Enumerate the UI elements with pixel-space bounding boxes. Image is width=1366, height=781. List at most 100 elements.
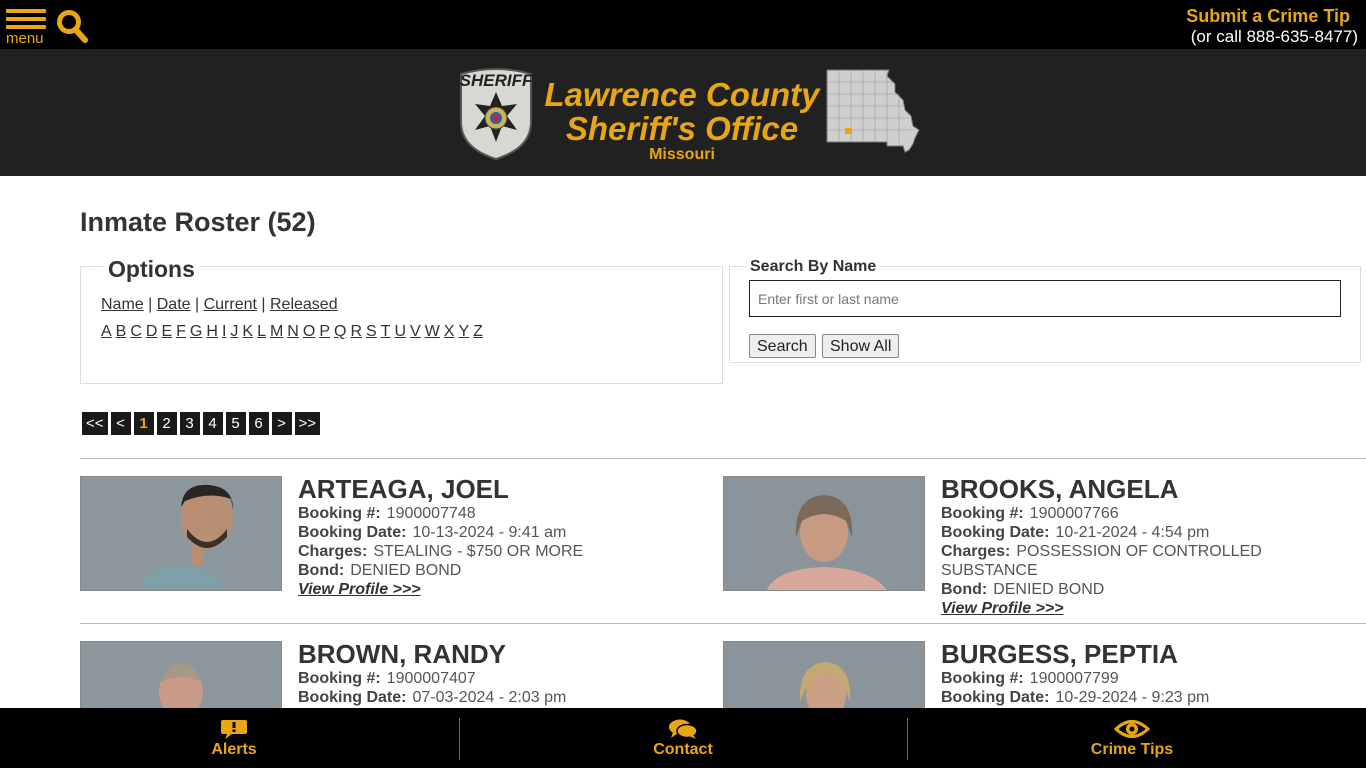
alerts-button[interactable]: Alerts <box>134 708 334 768</box>
booking-date-row: Booking Date: 10-21-2024 - 4:54 pm <box>941 524 1210 541</box>
page-2-button[interactable]: 2 <box>156 412 177 435</box>
menu-button[interactable]: menu <box>6 9 48 47</box>
alert-icon <box>221 720 247 739</box>
hamburger-icon <box>6 9 46 13</box>
letter-filter-j[interactable]: J <box>230 323 238 340</box>
crime-tips-button[interactable]: Crime Tips <box>1032 708 1232 768</box>
contact-label: Contact <box>653 741 713 758</box>
letter-filter-a[interactable]: A <box>101 323 112 340</box>
letter-filter-i[interactable]: I <box>222 323 226 340</box>
letter-filter-c[interactable]: C <box>130 323 142 340</box>
letter-filter-m[interactable]: M <box>270 323 283 340</box>
letter-filter-n[interactable]: N <box>287 323 299 340</box>
view-profile-link[interactable]: View Profile >>> <box>941 599 1343 618</box>
charges-row: Charges: POSSESSION OF CONTROLLED SUBSTAN… <box>941 543 1262 579</box>
page-4-button[interactable]: 4 <box>202 412 223 435</box>
options-panel: Options Name | Date | Current | Released… <box>80 256 723 384</box>
letter-filter-p[interactable]: P <box>319 323 330 340</box>
booking-date-row: Booking Date: 10-13-2024 - 9:41 am <box>298 524 567 541</box>
booking-date-row: Booking Date: 10-29-2024 - 9:23 pm <box>941 689 1210 706</box>
alphabet-filter: ABCDEFGHIJKLMNOPQRSTUVWXYZ <box>101 323 487 341</box>
letter-filter-f[interactable]: F <box>176 323 186 340</box>
first-page-button[interactable]: << <box>82 412 108 435</box>
booking-number-row: Booking #: 1900007766 <box>941 505 1119 522</box>
prev-page-button[interactable]: < <box>110 412 131 435</box>
letter-filter-u[interactable]: U <box>394 323 406 340</box>
inmate-mugshot[interactable] <box>723 476 925 591</box>
letter-filter-v[interactable]: V <box>410 323 421 340</box>
letter-filter-t[interactable]: T <box>381 323 391 340</box>
inmate-card: BROOKS, ANGELA Booking #: 1900007766 Book… <box>723 474 1343 618</box>
sort-by-name-link[interactable]: Name <box>101 296 144 313</box>
top-bar: menu Submit a Crime Tip (or call 888-635… <box>0 0 1366 49</box>
menu-label: menu <box>6 30 44 47</box>
letter-filter-g[interactable]: G <box>190 323 202 340</box>
inmate-mugshot[interactable] <box>80 476 282 591</box>
sort-links: Name | Date | Current | Released <box>101 296 338 313</box>
crime-tip-link[interactable]: Submit a Crime Tip (or call 888-635-8477… <box>1186 6 1358 48</box>
letter-filter-r[interactable]: R <box>350 323 362 340</box>
hamburger-bar <box>6 17 46 21</box>
show-all-button[interactable]: Show All <box>822 334 900 358</box>
filter-released-link[interactable]: Released <box>270 296 338 313</box>
nav-separator <box>907 718 908 760</box>
next-page-button[interactable]: > <box>271 412 292 435</box>
letter-filter-d[interactable]: D <box>146 323 158 340</box>
last-page-button[interactable]: >> <box>294 412 321 435</box>
search-button-submit[interactable]: Search <box>749 334 816 358</box>
hamburger-bar <box>6 25 46 29</box>
options-legend: Options <box>103 256 200 283</box>
letter-filter-x[interactable]: X <box>444 323 455 340</box>
letter-filter-s[interactable]: S <box>366 323 377 340</box>
inmate-card: ARTEAGA, JOEL Booking #: 1900007748 Booki… <box>80 474 700 616</box>
page-3-button[interactable]: 3 <box>179 412 200 435</box>
bottom-nav: Alerts Contact Crime Tips <box>0 708 1366 768</box>
letter-filter-l[interactable]: L <box>257 323 266 340</box>
site-title[interactable]: Lawrence County Sheriff's Office Missour… <box>543 78 821 164</box>
state-label: Missouri <box>649 146 715 163</box>
inmate-name: BROOKS, ANGELA <box>941 474 1179 504</box>
booking-date-row: Booking Date: 07-03-2024 - 2:03 pm <box>298 689 567 706</box>
search-legend: Search By Name <box>746 258 881 276</box>
sheriff-badge-logo[interactable]: SHERIFF <box>455 64 537 161</box>
inmate-name: BROWN, RANDY <box>298 639 506 669</box>
letter-filter-y[interactable]: Y <box>458 323 469 340</box>
letter-filter-o[interactable]: O <box>303 323 315 340</box>
letter-filter-e[interactable]: E <box>161 323 172 340</box>
alerts-label: Alerts <box>211 741 257 758</box>
bond-row: Bond: DENIED BOND <box>298 562 462 579</box>
letter-filter-b[interactable]: B <box>116 323 127 340</box>
page-1-button[interactable]: 1 <box>133 412 154 435</box>
badge-text: SHERIFF <box>460 71 533 90</box>
page-title: Inmate Roster (52) <box>80 207 316 237</box>
bond-row: Bond: DENIED BOND <box>941 581 1105 598</box>
sort-by-date-link[interactable]: Date <box>157 296 191 313</box>
title-line-1: Lawrence County <box>544 76 820 113</box>
pagination: << < 1 2 3 4 5 6 > >> <box>82 412 323 435</box>
page-6-button[interactable]: 6 <box>248 412 269 435</box>
letter-filter-q[interactable]: Q <box>334 323 346 340</box>
title-line-2: Sheriff's Office <box>565 110 799 147</box>
search-icon <box>57 10 88 43</box>
crime-tip-phone: (or call 888-635-8477) <box>1190 27 1358 46</box>
letter-filter-w[interactable]: W <box>425 323 440 340</box>
booking-number-row: Booking #: 1900007799 <box>941 670 1119 687</box>
nav-separator <box>459 718 460 760</box>
letter-filter-z[interactable]: Z <box>473 323 483 340</box>
filter-current-link[interactable]: Current <box>204 296 257 313</box>
contact-button[interactable]: Contact <box>583 708 783 768</box>
page-5-button[interactable]: 5 <box>225 412 246 435</box>
search-panel: Search By Name Search Show All <box>729 258 1361 363</box>
search-button[interactable] <box>56 9 88 43</box>
view-profile-link[interactable]: View Profile >>> <box>298 580 583 599</box>
divider <box>80 623 1366 624</box>
name-search-input[interactable] <box>749 280 1341 317</box>
inmate-name: ARTEAGA, JOEL <box>298 474 509 504</box>
booking-number-row: Booking #: 1900007407 <box>298 670 476 687</box>
letter-filter-k[interactable]: K <box>242 323 253 340</box>
crime-tips-label: Crime Tips <box>1090 741 1174 758</box>
booking-number-row: Booking #: 1900007748 <box>298 505 476 522</box>
letter-filter-h[interactable]: H <box>206 323 218 340</box>
chat-bubbles-icon <box>669 719 698 739</box>
charges-row: Charges: STEALING - $750 OR MORE <box>298 543 584 560</box>
